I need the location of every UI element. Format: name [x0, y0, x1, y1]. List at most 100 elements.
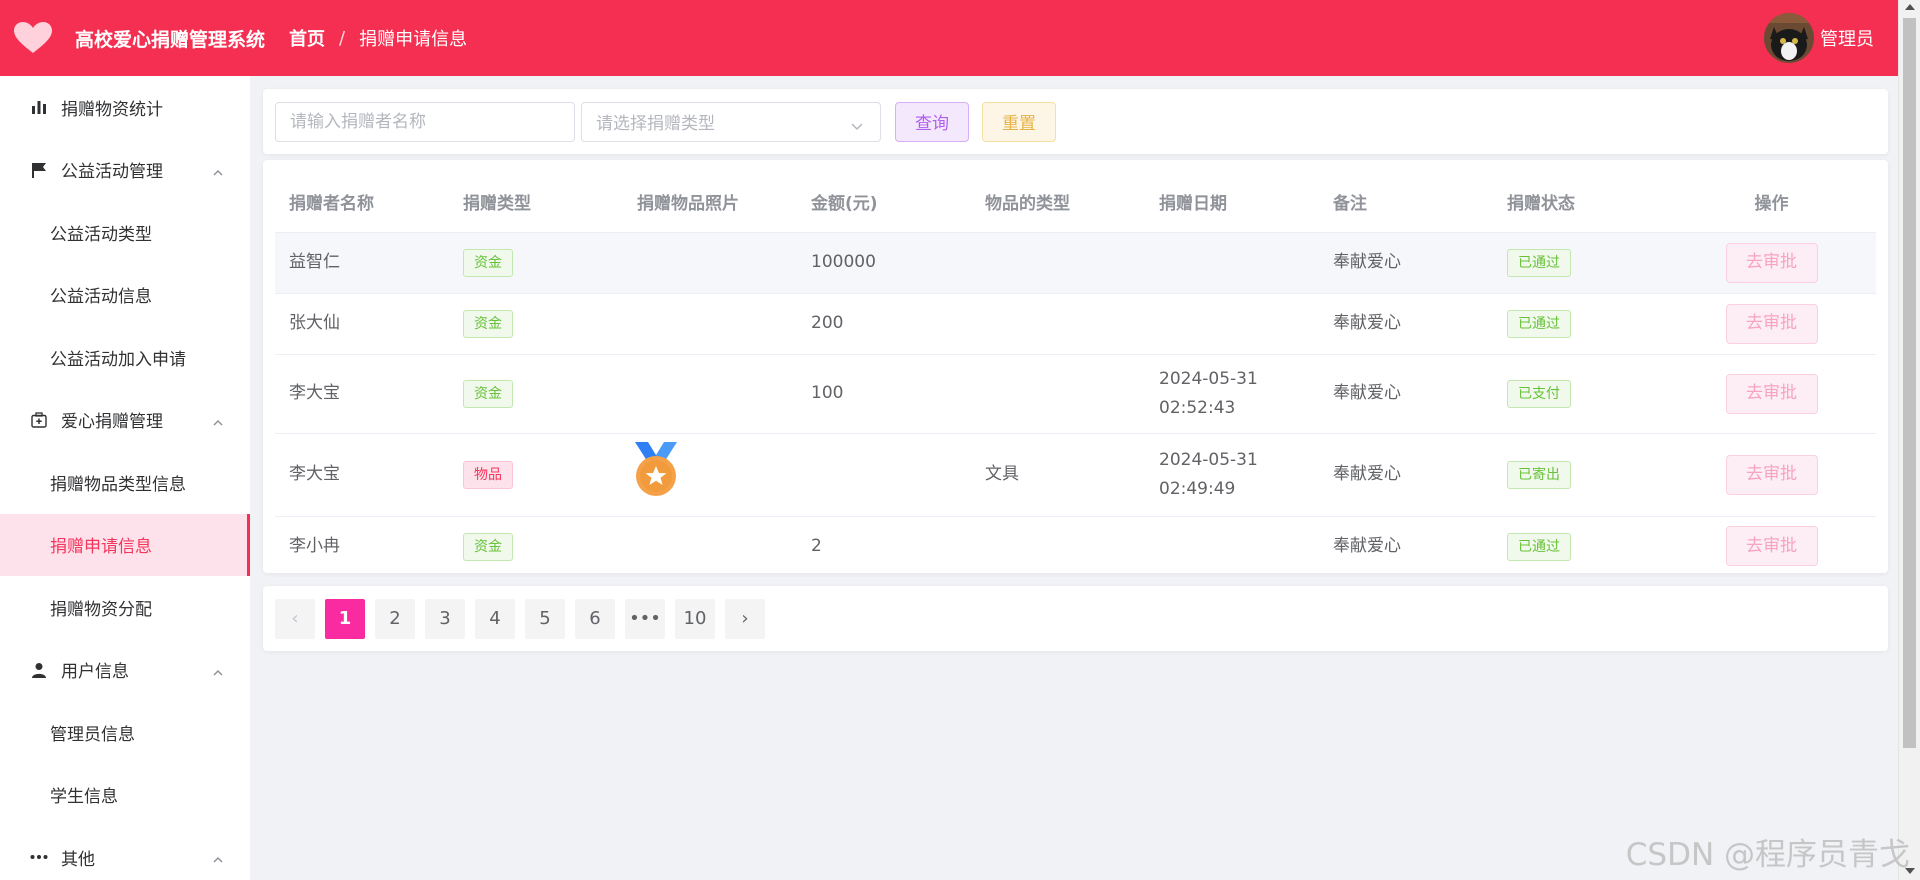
sidebar-item-activity-info[interactable]: 公益活动信息 [0, 264, 250, 327]
page-number[interactable]: 3 [425, 598, 465, 639]
table-row[interactable]: 李大宝 资金 100 2024-05-31 02:52:43 奉献爱心 已支付 去… [275, 354, 1876, 434]
donor-name-cell: 李小冉 [275, 516, 449, 577]
more-dots-icon [30, 848, 48, 866]
sidebar-item-user-info[interactable]: 用户信息 [0, 639, 250, 702]
query-button[interactable]: 查询 [895, 101, 969, 142]
next-page-button[interactable]: › [725, 598, 765, 639]
watermark: CSDN @程序员青戈 [1625, 837, 1910, 873]
more-pages-ellipsis[interactable]: ••• [625, 598, 665, 639]
donation-date-cell: 2024-05-31 02:52:43 [1145, 354, 1319, 434]
donation-type-select[interactable]: 请选择捐赠类型 [581, 101, 881, 142]
status-badge: 已通过 [1507, 310, 1571, 338]
select-placeholder: 请选择捐赠类型 [596, 114, 715, 134]
vertical-scrollbar[interactable] [1898, 0, 1920, 880]
donor-name-search-input[interactable] [275, 101, 575, 142]
review-button[interactable]: 去审批 [1725, 373, 1818, 414]
sidebar-item-activity-join-request[interactable]: 公益活动加入申请 [0, 326, 250, 389]
sidebar-item-admin-info[interactable]: 管理员信息 [0, 701, 250, 764]
sidebar-item-label: 公益活动类型 [50, 224, 152, 245]
table-header-row: 捐赠者名称 捐赠类型 捐赠物品照片 金额(元) 物品的类型 捐赠日期 备注 捐赠… [275, 172, 1876, 233]
search-bar: 请选择捐赠类型 查询 重置 [263, 89, 1888, 154]
avatar[interactable] [1764, 13, 1814, 63]
sidebar-item-donation-allocation[interactable]: 捐赠物资分配 [0, 576, 250, 639]
donation-type-tag: 资金 [463, 532, 513, 561]
breadcrumb-home[interactable]: 首页 [289, 25, 325, 51]
page-number[interactable]: 5 [525, 598, 565, 639]
item-type-cell: 文具 [971, 433, 1145, 517]
note-cell: 奉献爱心 [1319, 516, 1493, 577]
breadcrumb: 首页 / 捐赠申请信息 [289, 25, 467, 51]
column-header: 物品的类型 [971, 172, 1145, 233]
status-cell: 已支付 [1493, 354, 1667, 434]
page-number[interactable]: 4 [475, 598, 515, 639]
amount-cell: 200 [797, 293, 971, 355]
item-type-cell [971, 232, 1145, 294]
sidebar-item-label: 其他 [61, 849, 95, 870]
amount-cell [797, 433, 971, 517]
chevron-down-icon [850, 117, 864, 137]
date-text: 2024-05-31 [1159, 368, 1258, 389]
time-text: 02:49:49 [1159, 478, 1236, 499]
donation-type-tag: 物品 [463, 461, 513, 489]
sidebar-item-label: 捐赠申请信息 [50, 537, 152, 558]
amount-cell: 100 [797, 354, 971, 434]
table-row[interactable]: 益智仁 资金 100000 奉献爱心 已通过 去审批 [275, 232, 1876, 294]
column-header: 操作 [1667, 172, 1876, 233]
page-number[interactable]: 10 [675, 598, 715, 639]
donor-name-cell: 益智仁 [275, 232, 449, 294]
sidebar: 捐赠物资统计 公益活动管理 公益活动类型 公益活动信息 公益活动加入申请 爱心捐… [0, 76, 250, 880]
user-menu[interactable]: 管理员 [1764, 0, 1874, 76]
status-cell: 已寄出 [1493, 433, 1667, 517]
action-cell: 去审批 [1667, 354, 1876, 434]
donation-table-card: 捐赠者名称 捐赠类型 捐赠物品照片 金额(元) 物品的类型 捐赠日期 备注 捐赠… [263, 160, 1888, 577]
donation-date-cell [1145, 232, 1319, 294]
status-cell: 已通过 [1493, 293, 1667, 355]
table-row[interactable]: 张大仙 资金 200 奉献爱心 已通过 去审批 [275, 293, 1876, 355]
chevron-up-icon [212, 414, 224, 434]
sidebar-item-other[interactable]: 其他 [0, 826, 250, 880]
sidebar-item-label: 捐赠物资统计 [61, 99, 163, 120]
status-cell: 已通过 [1493, 232, 1667, 294]
scroll-up-arrow-icon[interactable] [1905, 4, 1915, 10]
table-row[interactable]: 李小冉 资金 2 奉献爱心 已通过 去审批 [275, 516, 1876, 577]
scrollbar-thumb[interactable] [1903, 18, 1916, 748]
review-button[interactable]: 去审批 [1725, 454, 1818, 495]
status-badge: 已通过 [1507, 532, 1571, 561]
username[interactable]: 管理员 [1820, 25, 1874, 51]
page-number[interactable]: 6 [575, 598, 615, 639]
app-title: 高校爱心捐赠管理系统 [75, 28, 266, 51]
note-cell: 奉献爱心 [1319, 354, 1493, 434]
sidebar-item-donation-request[interactable]: 捐赠申请信息 [0, 513, 250, 576]
donation-table: 捐赠者名称 捐赠类型 捐赠物品照片 金额(元) 物品的类型 捐赠日期 备注 捐赠… [275, 172, 1876, 577]
medal-icon[interactable] [631, 441, 681, 508]
action-cell: 去审批 [1667, 293, 1876, 355]
page-number[interactable]: 1 [325, 598, 365, 639]
sidebar-item-label: 公益活动管理 [61, 162, 163, 183]
action-cell: 去审批 [1667, 433, 1876, 517]
sidebar-item-activity-type[interactable]: 公益活动类型 [0, 201, 250, 264]
action-cell: 去审批 [1667, 232, 1876, 294]
review-button[interactable]: 去审批 [1725, 526, 1818, 566]
photo-cell [623, 232, 797, 294]
table-row[interactable]: 李大宝 物品 文具 2024-05-31 02:49:49 奉献爱心 已寄出 去… [275, 433, 1876, 517]
prev-page-button[interactable]: ‹ [275, 598, 315, 639]
sidebar-item-label: 用户信息 [61, 662, 129, 683]
sidebar-item-label: 管理员信息 [50, 724, 135, 745]
page-number[interactable]: 2 [375, 598, 415, 639]
sidebar-item-label: 公益活动信息 [50, 287, 152, 308]
sidebar-item-donation-mgmt[interactable]: 爱心捐赠管理 [0, 389, 250, 452]
column-header: 捐赠类型 [449, 172, 623, 233]
sidebar-item-donation-item-type[interactable]: 捐赠物品类型信息 [0, 451, 250, 514]
reset-button[interactable]: 重置 [982, 101, 1056, 142]
sidebar-item-student-info[interactable]: 学生信息 [0, 764, 250, 827]
top-header: 高校爱心捐赠管理系统 首页 / 捐赠申请信息 管理员 [0, 0, 1898, 76]
sidebar-item-donation-stats[interactable]: 捐赠物资统计 [0, 76, 250, 139]
sidebar-item-charity-activity-mgmt[interactable]: 公益活动管理 [0, 139, 250, 202]
donor-name-cell: 张大仙 [275, 293, 449, 355]
item-type-cell [971, 293, 1145, 355]
time-text: 02:52:43 [1159, 397, 1236, 418]
sidebar-item-label: 爱心捐赠管理 [61, 412, 163, 433]
review-button[interactable]: 去审批 [1725, 303, 1818, 344]
photo-cell [623, 433, 797, 517]
review-button[interactable]: 去审批 [1725, 242, 1818, 283]
